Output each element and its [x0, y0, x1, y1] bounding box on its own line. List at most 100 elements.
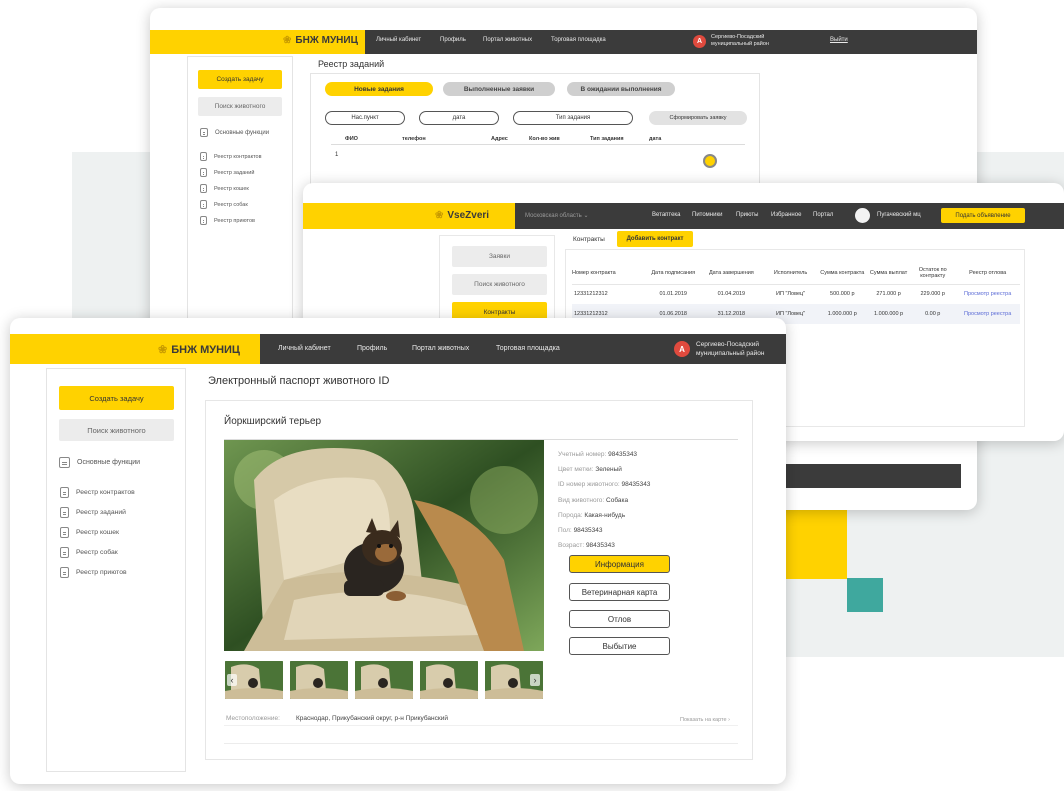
photo-thumbnail[interactable]	[290, 661, 348, 699]
tab-new-tasks[interactable]: Новые задания	[325, 82, 433, 96]
decor-teal-square	[847, 578, 883, 612]
nav-item-marketplace[interactable]: Торговая площадка	[551, 37, 606, 43]
sidebar-item-dogs[interactable]: Реестр собак	[200, 200, 248, 209]
logo[interactable]: ❀ VseZveri	[435, 210, 489, 221]
sidebar-item-tasks[interactable]: Реестр заданий	[60, 507, 126, 518]
region-select[interactable]: Московская область ⌄	[525, 212, 588, 219]
table-cell: 12331212312	[574, 291, 608, 298]
sidebar: Создать задачу Поиск животного Основные …	[46, 368, 186, 772]
region-label: Московская область	[525, 213, 582, 219]
logout-link[interactable]: Выйти	[830, 37, 848, 43]
location-divider-top	[224, 725, 738, 726]
nav-item-cabinet[interactable]: Личный кабинет	[376, 37, 421, 43]
user-name[interactable]: Пугачевский мц	[877, 212, 921, 218]
sidebar-item-contracts[interactable]: Реестр контрактов	[60, 487, 135, 498]
view-registry-link[interactable]: Просмотр реестра	[955, 284, 1020, 304]
photo-illustration	[224, 440, 544, 651]
create-task-button[interactable]: Создать задачу	[198, 70, 282, 89]
sidebar-item-cats[interactable]: Реестр кошек	[200, 184, 249, 193]
nav-item-profile[interactable]: Профиль	[357, 345, 387, 352]
row-number: 1	[335, 152, 339, 158]
paw-icon: ❀	[435, 210, 444, 221]
logo-text: БНЖ МУНИЦ	[295, 35, 358, 46]
photo-thumbnail[interactable]	[420, 661, 478, 699]
attr-tag-color: Цвет метки: Зеленый	[558, 462, 738, 477]
logo[interactable]: ❀ БНЖ МУНИЦ	[283, 35, 358, 46]
paw-icon: ❀	[158, 344, 168, 356]
nav-item-vet[interactable]: Ветаптека	[652, 212, 681, 218]
table-cell: 500.000 р	[830, 291, 855, 298]
show-on-map-link[interactable]: Показать на карте ›	[680, 717, 730, 723]
view-registry-link[interactable]: Просмотр реестра	[955, 304, 1020, 324]
tab-add-contract[interactable]: Добавить контракт	[617, 231, 693, 247]
document-icon	[200, 184, 207, 193]
nav-item-cabinet[interactable]: Личный кабинет	[278, 345, 331, 352]
sidebar-item-cats[interactable]: Реестр кошек	[60, 527, 119, 538]
page-title: Электронный паспорт животного ID	[208, 375, 390, 387]
attr-value: 98435343	[573, 527, 603, 535]
form-request-button[interactable]: Сформировать заявку	[649, 111, 747, 125]
column-header: ФИО	[345, 136, 358, 142]
tab-completed[interactable]: Выполненные заявки	[443, 82, 555, 96]
nav-item-profile[interactable]: Профиль	[440, 37, 466, 43]
info-button[interactable]: Информация	[569, 555, 670, 573]
sidebar-item-tasks[interactable]: Реестр заданий	[200, 168, 254, 177]
document-icon	[200, 200, 207, 209]
main-functions-label: Основные функции	[77, 459, 141, 466]
column-header: Кол-во жив	[529, 136, 560, 142]
decor-yellow-square	[785, 505, 847, 579]
region-label: Сергиево-Посадский муниципальный район	[711, 34, 769, 47]
disposal-button[interactable]: Выбытие	[569, 637, 670, 655]
sidebar-item-shelters[interactable]: Реестр приютов	[60, 567, 127, 578]
attr-label: Порода:	[558, 511, 583, 519]
find-animal-button[interactable]: Поиск животного	[198, 97, 282, 116]
paw-icon: ❀	[283, 35, 292, 46]
filter-date[interactable]: дата	[419, 111, 499, 125]
document-icon	[60, 547, 69, 558]
animal-photo[interactable]	[224, 440, 544, 651]
sidebar-item-label: Реестр приютов	[214, 217, 255, 224]
thumbnail-next-icon[interactable]: ›	[530, 674, 540, 686]
top-bar: ❀ БНЖ МУНИЦ Личный кабинет Профиль Портал…	[150, 30, 977, 54]
table-cell: 229.000 р	[920, 291, 945, 298]
task-panel: Новые задания Выполненные заявки В ожида…	[310, 73, 760, 194]
table-row[interactable]: 12331212312 01.01.2019 01.04.2019 ИП "Ло…	[572, 284, 1020, 304]
tab-contracts[interactable]: Контракты	[573, 236, 605, 243]
sidebar-item-shelters[interactable]: Реестр приютов	[200, 216, 255, 225]
table-cell: 271.000 р	[876, 291, 901, 298]
post-ad-button[interactable]: Подать объявление	[941, 208, 1025, 223]
find-animal-button[interactable]: Поиск животного	[59, 419, 174, 441]
document-icon	[200, 168, 207, 177]
photo-thumbnail[interactable]	[355, 661, 413, 699]
create-task-button[interactable]: Создать задачу	[59, 386, 174, 410]
filter-locality[interactable]: Нас.пункт	[325, 111, 405, 125]
nav-item-portal[interactable]: Портал	[813, 212, 833, 218]
logo[interactable]: ❀ БНЖ МУНИЦ	[158, 343, 240, 357]
sidebar-item-dogs[interactable]: Реестр собак	[60, 547, 118, 558]
filter-task-type[interactable]: Тип задания	[513, 111, 633, 125]
catch-button[interactable]: Отлов	[569, 610, 670, 628]
avatar[interactable]: А	[693, 35, 706, 48]
document-icon	[60, 567, 69, 578]
nav-item-animal-portal[interactable]: Портал животных	[412, 345, 469, 352]
tab-pending[interactable]: В ожидании выполнения	[567, 82, 675, 96]
user-avatar[interactable]	[855, 208, 870, 223]
nav-item-favorites[interactable]: Избранное	[771, 212, 801, 218]
thumbnail-prev-icon[interactable]: ‹	[227, 674, 237, 686]
vet-card-button[interactable]: Ветеринарная карта	[569, 583, 670, 601]
thumbnail-image	[355, 661, 413, 699]
status-dot-icon[interactable]	[703, 154, 717, 168]
find-animal-button[interactable]: Поиск животного	[452, 274, 547, 295]
main-functions[interactable]: Основные функции	[59, 457, 140, 468]
main-functions[interactable]: Основные функции	[200, 128, 269, 137]
nav-item-animal-portal[interactable]: Портал животных	[483, 37, 532, 43]
column-header: Сумма контракта	[820, 269, 865, 276]
avatar[interactable]: А	[674, 341, 690, 357]
nav-item-shelters[interactable]: Приюты	[736, 212, 758, 218]
sidebar-item-contracts[interactable]: Реестр контрактов	[200, 152, 262, 161]
nav-item-kennels[interactable]: Питомники	[692, 212, 722, 218]
nav-item-marketplace[interactable]: Торговая площадка	[496, 345, 560, 352]
top-bar: ❀ БНЖ МУНИЦ Личный кабинет Профиль Портал…	[10, 334, 786, 364]
attr-label: Возраст:	[558, 542, 585, 550]
requests-button[interactable]: Заявки	[452, 246, 547, 267]
